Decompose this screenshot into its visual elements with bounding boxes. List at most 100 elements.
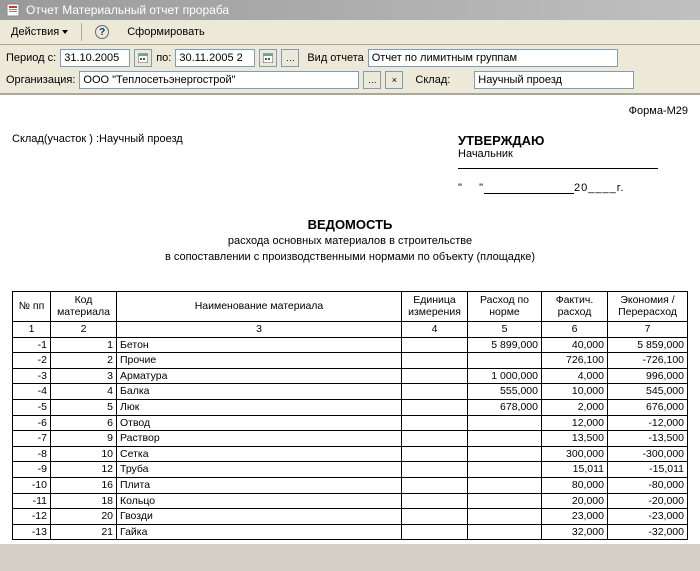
table-row[interactable]: -22Прочие726,100-726,100 <box>13 353 688 369</box>
sklad-line: Склад(участок ) :Научный проезд <box>12 133 183 194</box>
table-row[interactable]: -66Отвод12,000-12,000 <box>13 415 688 431</box>
cell-fact: 32,000 <box>542 524 608 540</box>
form-button[interactable]: Сформировать <box>120 23 212 41</box>
cell-norm <box>468 493 542 509</box>
table-row[interactable]: -1016Плита80,000-80,000 <box>13 477 688 493</box>
org-select-button[interactable]: … <box>363 71 381 89</box>
table-row[interactable]: -1321Гайка32,000-32,000 <box>13 524 688 540</box>
table-row[interactable]: -1220Гвозди 23,000-23,000 <box>13 509 688 525</box>
table-row[interactable]: -1118Кольцо20,000-20,000 <box>13 493 688 509</box>
cell-fact: 10,000 <box>542 384 608 400</box>
org-clear-button[interactable]: × <box>385 71 403 89</box>
approve-date-line: " "20____г. <box>458 182 688 194</box>
cell-npp: -11 <box>13 493 51 509</box>
table-row[interactable]: -11Бетон5 899,00040,0005 859,000 <box>13 337 688 353</box>
help-button[interactable]: ? <box>88 22 116 42</box>
cell-name: Гайка <box>117 524 402 540</box>
sklad-label: Склад: <box>415 74 450 86</box>
window-title: Отчет Материальный отчет прораба <box>26 3 229 17</box>
cell-unit <box>402 384 468 400</box>
table-row[interactable]: -810Сетка300,000-300,000 <box>13 446 688 462</box>
cell-diff: -13,500 <box>608 431 688 447</box>
actions-menu-button[interactable]: Действия <box>4 23 75 41</box>
cell-unit <box>402 509 468 525</box>
cell-code: 1 <box>51 337 117 353</box>
report-type-input[interactable] <box>368 49 618 67</box>
cell-diff: -726,100 <box>608 353 688 369</box>
cell-fact: 300,000 <box>542 446 608 462</box>
period-from-input[interactable] <box>60 49 130 67</box>
cell-name: Прочие <box>117 353 402 369</box>
cell-code: 16 <box>51 477 117 493</box>
cell-diff: -32,000 <box>608 524 688 540</box>
cell-name: Балка <box>117 384 402 400</box>
cell-norm <box>468 462 542 478</box>
cell-diff: 5 859,000 <box>608 337 688 353</box>
table-body: -11Бетон5 899,00040,0005 859,000-22Прочи… <box>13 337 688 540</box>
cell-unit <box>402 431 468 447</box>
col-header: Наименование материала <box>117 291 402 321</box>
cell-unit <box>402 493 468 509</box>
vedomost-heading: ВЕДОМОСТЬ расхода основных материалов в … <box>12 216 688 265</box>
cell-fact: 23,000 <box>542 509 608 525</box>
cell-npp: -7 <box>13 431 51 447</box>
table-header-row: № пп Код материала Наименование материал… <box>13 291 688 321</box>
cell-norm: 678,000 <box>468 399 542 415</box>
period-from-calendar-button[interactable] <box>134 49 152 67</box>
sklad-input[interactable] <box>474 71 634 89</box>
cell-diff: -23,000 <box>608 509 688 525</box>
cell-fact: 20,000 <box>542 493 608 509</box>
period-to-input[interactable] <box>175 49 255 67</box>
table-row[interactable]: -33Арматура1 000,0004,000996,000 <box>13 368 688 384</box>
period-to-label: по: <box>156 52 171 64</box>
app-icon <box>6 3 20 17</box>
cell-name: Люк <box>117 399 402 415</box>
cell-norm <box>468 509 542 525</box>
vedomost-line2: в сопоставлении с производственными норм… <box>12 250 688 265</box>
cell-npp: -12 <box>13 509 51 525</box>
cell-npp: -13 <box>13 524 51 540</box>
cell-npp: -3 <box>13 368 51 384</box>
form-number: Форма-М29 <box>12 105 688 117</box>
cell-unit <box>402 415 468 431</box>
cell-diff: -300,000 <box>608 446 688 462</box>
actions-label: Действия <box>11 26 59 38</box>
cell-name: Плита <box>117 477 402 493</box>
table-row[interactable]: -44Балка555,00010,000545,000 <box>13 384 688 400</box>
cell-npp: -2 <box>13 353 51 369</box>
table-row[interactable]: -79Раствор13,500-13,500 <box>13 431 688 447</box>
cell-npp: -6 <box>13 415 51 431</box>
period-to-calendar-button[interactable] <box>259 49 277 67</box>
cell-name: Труба <box>117 462 402 478</box>
materials-table: № пп Код материала Наименование материал… <box>12 291 688 540</box>
org-input[interactable] <box>79 71 359 89</box>
help-icon: ? <box>95 25 109 39</box>
approve-role: Начальник <box>458 148 513 160</box>
cell-diff: 676,000 <box>608 399 688 415</box>
cell-name: Кольцо <box>117 493 402 509</box>
cell-code: 12 <box>51 462 117 478</box>
params-panel: Период с: по: … Вид отчета Организация: … <box>0 45 700 94</box>
cell-diff: -15,011 <box>608 462 688 478</box>
cell-fact: 4,000 <box>542 368 608 384</box>
vedomost-line1: расхода основных материалов в строительс… <box>12 234 688 249</box>
cell-fact: 15,011 <box>542 462 608 478</box>
cell-name: Гвозди <box>117 509 402 525</box>
cell-unit <box>402 368 468 384</box>
cell-name: Сетка <box>117 446 402 462</box>
table-colnum-row: 1 2 3 4 5 6 7 <box>13 321 688 337</box>
cell-unit <box>402 446 468 462</box>
cell-norm: 555,000 <box>468 384 542 400</box>
cell-name: Арматура <box>117 368 402 384</box>
table-row[interactable]: -912Труба15,011-15,011 <box>13 462 688 478</box>
cell-code: 2 <box>51 353 117 369</box>
org-label: Организация: <box>6 74 75 86</box>
cell-code: 4 <box>51 384 117 400</box>
cell-npp: -1 <box>13 337 51 353</box>
cell-diff: -20,000 <box>608 493 688 509</box>
cell-code: 20 <box>51 509 117 525</box>
table-row[interactable]: -55Люк678,0002,000676,000 <box>13 399 688 415</box>
cell-fact: 40,000 <box>542 337 608 353</box>
period-from-label: Период с: <box>6 52 56 64</box>
period-picker-button[interactable]: … <box>281 49 299 67</box>
